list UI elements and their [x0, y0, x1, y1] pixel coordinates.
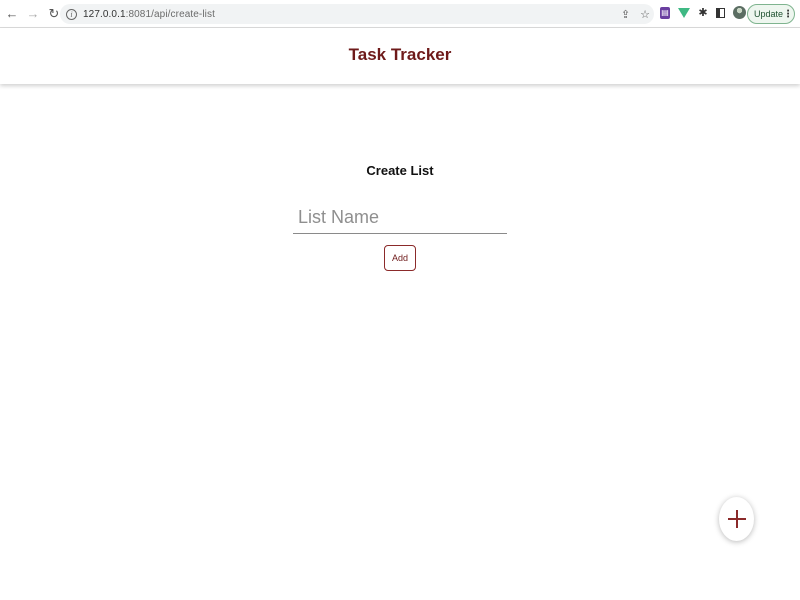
- share-icon[interactable]: ⇪: [621, 8, 630, 21]
- list-name-input[interactable]: [293, 201, 507, 234]
- address-bar[interactable]: i 127.0.0.1:8081/api/create-list ⇪ ☆: [60, 4, 654, 24]
- extensions-area: ▤ ✱: [660, 6, 746, 19]
- more-menu-icon: ⋮: [783, 8, 794, 20]
- form-title: Create List: [366, 163, 434, 178]
- plus-icon: [727, 510, 746, 528]
- vue-devtools-icon[interactable]: [678, 7, 690, 18]
- extension-icon[interactable]: ▤: [660, 6, 670, 19]
- bookmark-star-icon[interactable]: ☆: [640, 8, 650, 21]
- add-button[interactable]: Add: [384, 245, 416, 271]
- back-arrow-icon[interactable]: ←: [3, 5, 21, 23]
- profile-avatar[interactable]: [733, 6, 746, 19]
- update-label: Update: [754, 9, 784, 19]
- side-panel-icon[interactable]: [716, 7, 725, 18]
- extensions-puzzle-icon[interactable]: ✱: [698, 6, 708, 19]
- browser-toolbar: ← → ↻ i 127.0.0.1:8081/api/create-list ⇪…: [0, 0, 800, 28]
- url-text: 127.0.0.1:8081/api/create-list: [83, 8, 215, 20]
- forward-arrow-icon[interactable]: →: [24, 5, 42, 23]
- page-title: Task Tracker: [348, 45, 452, 64]
- update-button[interactable]: Update ⋮: [747, 4, 795, 24]
- app-header: Task Tracker: [0, 28, 800, 84]
- add-fab-button[interactable]: [719, 497, 754, 541]
- site-info-icon[interactable]: i: [66, 8, 77, 20]
